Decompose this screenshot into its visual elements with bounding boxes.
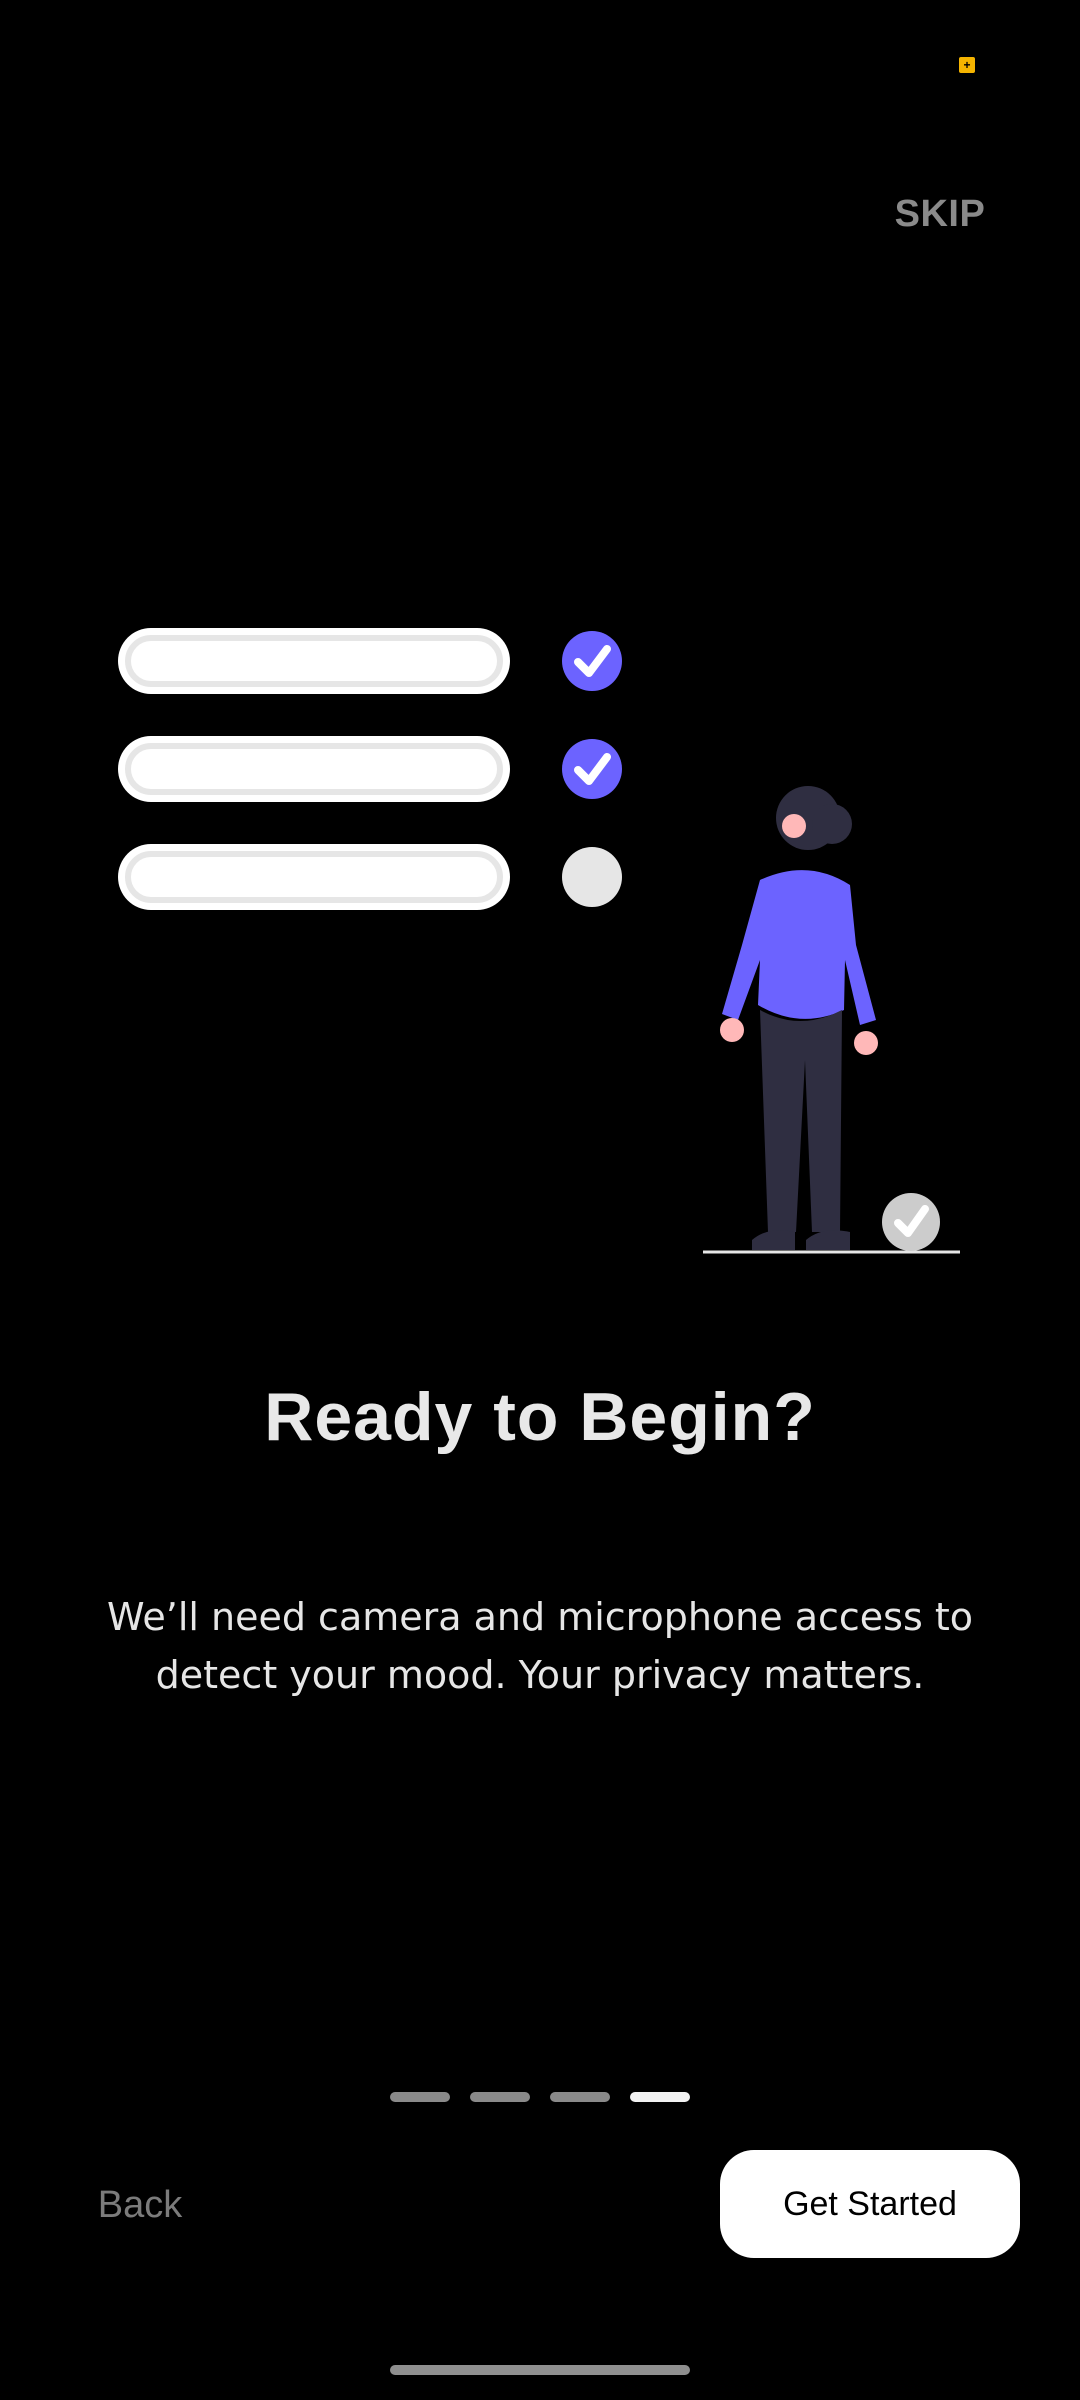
checklist-row xyxy=(118,844,622,910)
permission-description: We’ll need camera and microphone access … xyxy=(107,1595,973,1697)
page-indicator xyxy=(390,2092,690,2106)
checklist xyxy=(118,628,622,910)
home-indicator[interactable] xyxy=(390,2365,690,2375)
illustration xyxy=(118,628,960,1254)
back-button[interactable]: Back xyxy=(60,2170,220,2240)
page-indicator-dot-active xyxy=(630,2092,690,2102)
page-indicator-dot xyxy=(470,2092,530,2102)
checklist-row xyxy=(118,736,622,802)
person-illustration xyxy=(703,786,960,1254)
page-indicator-dot xyxy=(550,2092,610,2102)
checklist-row xyxy=(118,628,622,694)
page-indicator-dot xyxy=(390,2092,450,2102)
get-started-button[interactable]: Get Started xyxy=(720,2150,1020,2258)
page-title: Ready to Begin? xyxy=(264,1379,816,1455)
status-notification-icon: + xyxy=(959,57,975,73)
skip-button[interactable]: SKIP xyxy=(880,182,1000,246)
